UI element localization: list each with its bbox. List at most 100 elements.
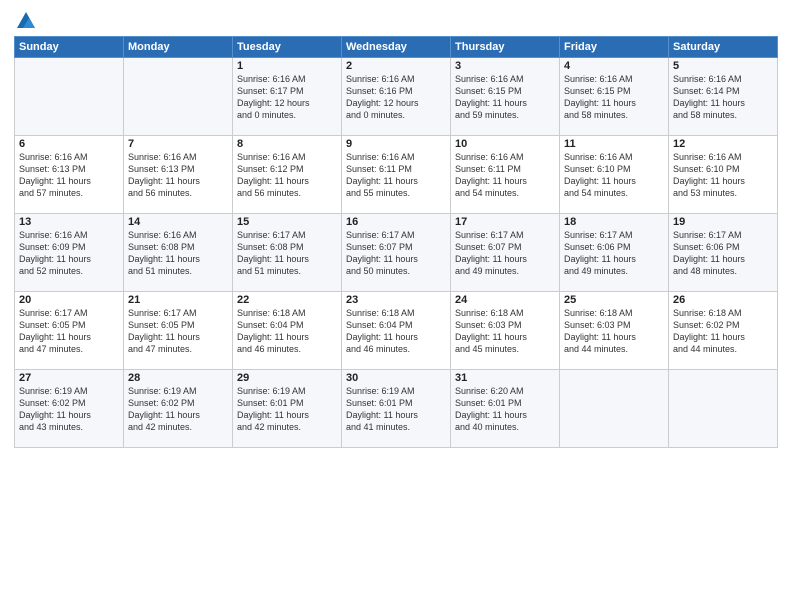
day-number: 29: [237, 372, 337, 384]
cell-4-1: 20Sunrise: 6:17 AMSunset: 6:05 PMDayligh…: [15, 292, 124, 370]
cell-3-4: 16Sunrise: 6:17 AMSunset: 6:07 PMDayligh…: [342, 214, 451, 292]
day-number: 17: [455, 216, 555, 228]
col-header-wednesday: Wednesday: [342, 37, 451, 58]
day-number: 20: [19, 294, 119, 306]
cell-content: Sunrise: 6:17 AMSunset: 6:06 PMDaylight:…: [673, 229, 773, 278]
day-number: 15: [237, 216, 337, 228]
cell-content: Sunrise: 6:16 AMSunset: 6:13 PMDaylight:…: [128, 151, 228, 200]
cell-content: Sunrise: 6:16 AMSunset: 6:11 PMDaylight:…: [455, 151, 555, 200]
cell-3-7: 19Sunrise: 6:17 AMSunset: 6:06 PMDayligh…: [669, 214, 778, 292]
cell-content: Sunrise: 6:19 AMSunset: 6:02 PMDaylight:…: [19, 385, 119, 434]
cell-2-5: 10Sunrise: 6:16 AMSunset: 6:11 PMDayligh…: [451, 136, 560, 214]
cell-content: Sunrise: 6:20 AMSunset: 6:01 PMDaylight:…: [455, 385, 555, 434]
day-number: 3: [455, 60, 555, 72]
cell-content: Sunrise: 6:17 AMSunset: 6:07 PMDaylight:…: [346, 229, 446, 278]
calendar-header-row: SundayMondayTuesdayWednesdayThursdayFrid…: [15, 37, 778, 58]
day-number: 8: [237, 138, 337, 150]
cell-content: Sunrise: 6:17 AMSunset: 6:08 PMDaylight:…: [237, 229, 337, 278]
day-number: 16: [346, 216, 446, 228]
cell-3-2: 14Sunrise: 6:16 AMSunset: 6:08 PMDayligh…: [124, 214, 233, 292]
cell-content: Sunrise: 6:16 AMSunset: 6:10 PMDaylight:…: [564, 151, 664, 200]
cell-2-2: 7Sunrise: 6:16 AMSunset: 6:13 PMDaylight…: [124, 136, 233, 214]
cell-1-4: 2Sunrise: 6:16 AMSunset: 6:16 PMDaylight…: [342, 58, 451, 136]
cell-5-2: 28Sunrise: 6:19 AMSunset: 6:02 PMDayligh…: [124, 370, 233, 448]
cell-1-3: 1Sunrise: 6:16 AMSunset: 6:17 PMDaylight…: [233, 58, 342, 136]
cell-2-3: 8Sunrise: 6:16 AMSunset: 6:12 PMDaylight…: [233, 136, 342, 214]
page-header: [14, 10, 778, 28]
week-row-5: 27Sunrise: 6:19 AMSunset: 6:02 PMDayligh…: [15, 370, 778, 448]
day-number: 12: [673, 138, 773, 150]
cell-2-4: 9Sunrise: 6:16 AMSunset: 6:11 PMDaylight…: [342, 136, 451, 214]
cell-content: Sunrise: 6:18 AMSunset: 6:02 PMDaylight:…: [673, 307, 773, 356]
day-number: 9: [346, 138, 446, 150]
cell-content: Sunrise: 6:19 AMSunset: 6:01 PMDaylight:…: [346, 385, 446, 434]
cell-3-1: 13Sunrise: 6:16 AMSunset: 6:09 PMDayligh…: [15, 214, 124, 292]
cell-content: Sunrise: 6:16 AMSunset: 6:11 PMDaylight:…: [346, 151, 446, 200]
cell-content: Sunrise: 6:16 AMSunset: 6:15 PMDaylight:…: [455, 73, 555, 122]
cell-5-3: 29Sunrise: 6:19 AMSunset: 6:01 PMDayligh…: [233, 370, 342, 448]
cell-content: Sunrise: 6:16 AMSunset: 6:12 PMDaylight:…: [237, 151, 337, 200]
cell-3-5: 17Sunrise: 6:17 AMSunset: 6:07 PMDayligh…: [451, 214, 560, 292]
calendar-table: SundayMondayTuesdayWednesdayThursdayFrid…: [14, 36, 778, 448]
day-number: 27: [19, 372, 119, 384]
col-header-thursday: Thursday: [451, 37, 560, 58]
week-row-2: 6Sunrise: 6:16 AMSunset: 6:13 PMDaylight…: [15, 136, 778, 214]
day-number: 14: [128, 216, 228, 228]
day-number: 22: [237, 294, 337, 306]
day-number: 6: [19, 138, 119, 150]
col-header-sunday: Sunday: [15, 37, 124, 58]
cell-content: Sunrise: 6:19 AMSunset: 6:01 PMDaylight:…: [237, 385, 337, 434]
col-header-friday: Friday: [560, 37, 669, 58]
cell-content: Sunrise: 6:16 AMSunset: 6:08 PMDaylight:…: [128, 229, 228, 278]
day-number: 2: [346, 60, 446, 72]
cell-1-6: 4Sunrise: 6:16 AMSunset: 6:15 PMDaylight…: [560, 58, 669, 136]
day-number: 4: [564, 60, 664, 72]
cell-4-4: 23Sunrise: 6:18 AMSunset: 6:04 PMDayligh…: [342, 292, 451, 370]
cell-content: Sunrise: 6:18 AMSunset: 6:03 PMDaylight:…: [455, 307, 555, 356]
day-number: 13: [19, 216, 119, 228]
cell-5-6: [560, 370, 669, 448]
day-number: 10: [455, 138, 555, 150]
cell-1-1: [15, 58, 124, 136]
cell-4-3: 22Sunrise: 6:18 AMSunset: 6:04 PMDayligh…: [233, 292, 342, 370]
cell-content: Sunrise: 6:16 AMSunset: 6:13 PMDaylight:…: [19, 151, 119, 200]
cell-4-6: 25Sunrise: 6:18 AMSunset: 6:03 PMDayligh…: [560, 292, 669, 370]
cell-1-5: 3Sunrise: 6:16 AMSunset: 6:15 PMDaylight…: [451, 58, 560, 136]
cell-3-6: 18Sunrise: 6:17 AMSunset: 6:06 PMDayligh…: [560, 214, 669, 292]
day-number: 31: [455, 372, 555, 384]
cell-content: Sunrise: 6:17 AMSunset: 6:05 PMDaylight:…: [19, 307, 119, 356]
day-number: 23: [346, 294, 446, 306]
day-number: 28: [128, 372, 228, 384]
col-header-saturday: Saturday: [669, 37, 778, 58]
cell-content: Sunrise: 6:16 AMSunset: 6:16 PMDaylight:…: [346, 73, 446, 122]
day-number: 26: [673, 294, 773, 306]
cell-1-7: 5Sunrise: 6:16 AMSunset: 6:14 PMDaylight…: [669, 58, 778, 136]
logo: [14, 10, 37, 28]
col-header-tuesday: Tuesday: [233, 37, 342, 58]
cell-content: Sunrise: 6:19 AMSunset: 6:02 PMDaylight:…: [128, 385, 228, 434]
day-number: 19: [673, 216, 773, 228]
cell-5-4: 30Sunrise: 6:19 AMSunset: 6:01 PMDayligh…: [342, 370, 451, 448]
cell-content: Sunrise: 6:16 AMSunset: 6:14 PMDaylight:…: [673, 73, 773, 122]
cell-1-2: [124, 58, 233, 136]
cell-5-1: 27Sunrise: 6:19 AMSunset: 6:02 PMDayligh…: [15, 370, 124, 448]
cell-2-7: 12Sunrise: 6:16 AMSunset: 6:10 PMDayligh…: [669, 136, 778, 214]
week-row-3: 13Sunrise: 6:16 AMSunset: 6:09 PMDayligh…: [15, 214, 778, 292]
day-number: 24: [455, 294, 555, 306]
day-number: 30: [346, 372, 446, 384]
cell-content: Sunrise: 6:17 AMSunset: 6:06 PMDaylight:…: [564, 229, 664, 278]
cell-content: Sunrise: 6:18 AMSunset: 6:04 PMDaylight:…: [346, 307, 446, 356]
day-number: 5: [673, 60, 773, 72]
cell-content: Sunrise: 6:16 AMSunset: 6:10 PMDaylight:…: [673, 151, 773, 200]
cell-4-2: 21Sunrise: 6:17 AMSunset: 6:05 PMDayligh…: [124, 292, 233, 370]
cell-content: Sunrise: 6:17 AMSunset: 6:07 PMDaylight:…: [455, 229, 555, 278]
cell-4-7: 26Sunrise: 6:18 AMSunset: 6:02 PMDayligh…: [669, 292, 778, 370]
cell-content: Sunrise: 6:18 AMSunset: 6:04 PMDaylight:…: [237, 307, 337, 356]
logo-icon: [15, 10, 37, 32]
cell-content: Sunrise: 6:16 AMSunset: 6:15 PMDaylight:…: [564, 73, 664, 122]
day-number: 1: [237, 60, 337, 72]
col-header-monday: Monday: [124, 37, 233, 58]
week-row-4: 20Sunrise: 6:17 AMSunset: 6:05 PMDayligh…: [15, 292, 778, 370]
cell-content: Sunrise: 6:17 AMSunset: 6:05 PMDaylight:…: [128, 307, 228, 356]
cell-3-3: 15Sunrise: 6:17 AMSunset: 6:08 PMDayligh…: [233, 214, 342, 292]
